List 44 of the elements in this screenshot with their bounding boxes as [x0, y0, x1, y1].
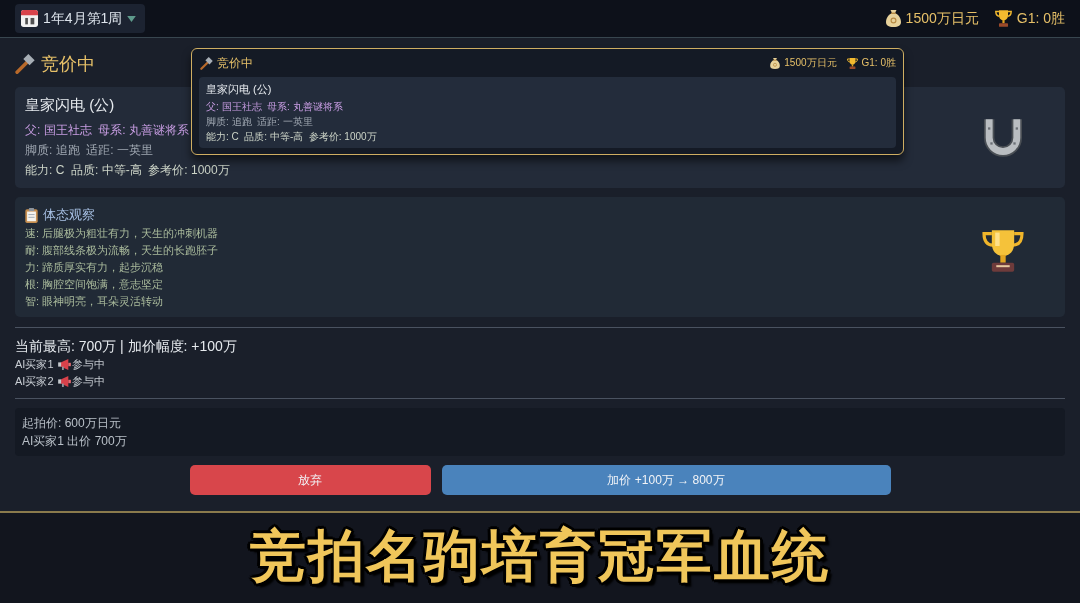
aptitude-text: 脚质: 追跑 适距: 一英里: [25, 142, 153, 159]
trophy-icon: [994, 10, 1012, 27]
stats-text: 能力: C 品质: 中等-高 参考价: 1000万: [206, 130, 377, 144]
card-title: 体态观察: [43, 206, 95, 224]
date-dropdown[interactable]: 1年4月第1周: [15, 4, 146, 33]
horseshoe-icon: [984, 118, 1022, 157]
bidder-name: AI买家2: [15, 374, 54, 389]
bidder-status: 参与中: [71, 357, 105, 372]
g1-wins: G1: 0胜: [861, 56, 896, 70]
raise-bid-button[interactable]: 加价 +100万 → 800万: [441, 465, 891, 495]
hammer-icon: [200, 56, 213, 70]
horse-name: 皇家闪电 (公): [25, 95, 115, 115]
pedigree-text: 父: 国王社志 母系: 丸善谜将系: [206, 100, 343, 114]
clipboard-icon: [25, 207, 38, 223]
observation-text: 力: 蹄质厚实有力，起步沉稳: [25, 260, 164, 275]
log-entry: 起拍价: 600万日元: [22, 415, 121, 432]
pedigree-text: 父: 国王社志 母系: 丸善谜将系: [25, 122, 189, 139]
bidder-name: AI买家1: [15, 357, 54, 372]
hammer-icon: [15, 54, 35, 74]
popup-heading: 竞价中: [217, 54, 253, 72]
caret-icon: [127, 15, 137, 22]
observation-text: 根: 胸腔空间饱满，意志坚定: [25, 277, 164, 292]
megaphone-icon: [57, 359, 71, 370]
horse-name: 皇家闪电 (公): [206, 82, 272, 97]
money-bag-icon: [770, 57, 781, 69]
stats-text: 能力: C 品质: 中等-高 参考价: 1000万: [25, 162, 230, 179]
give-up-button[interactable]: 放弃: [189, 465, 431, 495]
bidder-status: 参与中: [71, 374, 105, 389]
observation-text: 耐: 腹部线条极为流畅，天生的长跑胚子: [25, 243, 219, 258]
panel-heading: 竞价中: [41, 53, 95, 76]
video-caption: 竞拍名驹培育冠军血统: [250, 523, 830, 589]
megaphone-icon: [57, 376, 71, 387]
aptitude-text: 脚质: 追跑 适距: 一英里: [206, 115, 313, 129]
observation-text: 智: 眼神明亮，耳朵灵活转动: [25, 294, 164, 309]
bid-status-text: 当前最高: 700万 | 加价幅度: +100万: [15, 338, 237, 354]
money-amount: 1500万日元: [905, 9, 979, 28]
money-bag-icon: [885, 10, 901, 27]
g1-wins: G1: 0胜: [1016, 9, 1065, 28]
trophy-icon: [846, 57, 858, 69]
log-entry: AI买家1 出价 700万: [22, 433, 127, 450]
calendar-icon: [21, 10, 38, 27]
observation-text: 速: 后腿极为粗壮有力，天生的冲刺机器: [25, 226, 219, 241]
money-amount: 1500万日元: [784, 56, 837, 70]
trophy-icon: [982, 229, 1024, 272]
